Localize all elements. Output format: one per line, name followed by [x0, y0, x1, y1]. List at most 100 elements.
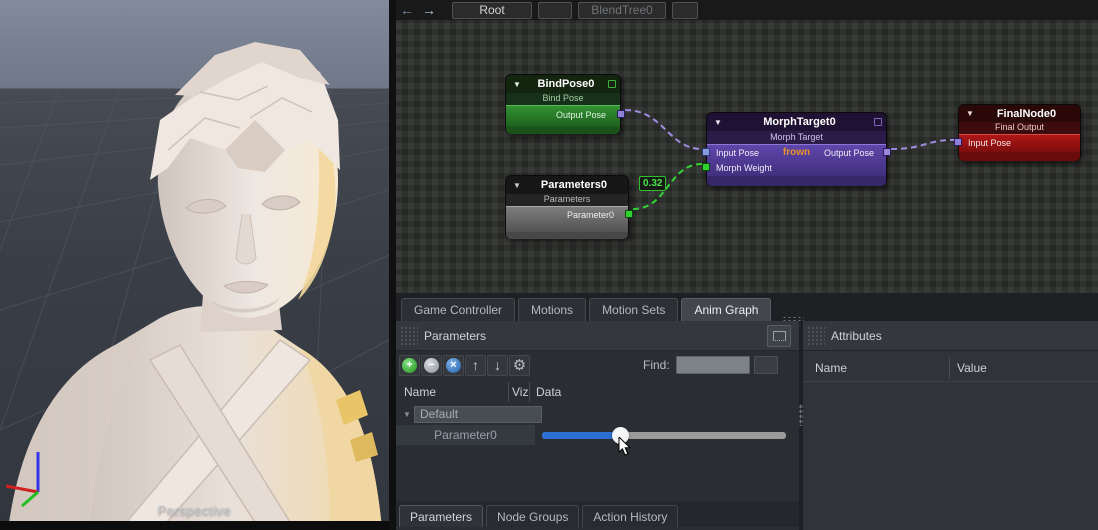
column-viz[interactable]: Viz [509, 385, 529, 399]
float-window-icon [773, 331, 786, 341]
slider-handle[interactable] [612, 427, 629, 444]
node-morphtarget0-header[interactable]: ▼ MorphTarget0 [707, 113, 886, 131]
node-parameters0-title: Parameters0 [524, 179, 624, 191]
anim-graph-canvas[interactable]: ▼ BindPose0 Bind Pose Output Pose ▼ Para… [396, 20, 1098, 293]
parameter-settings-button[interactable]: ⚙ [509, 355, 530, 376]
main-tab-bar: Game Controller Motions Motion Sets Anim… [396, 293, 1098, 321]
port-parameters0-output[interactable] [625, 210, 633, 218]
subtab-action-history[interactable]: Action History [582, 505, 678, 527]
panel-grip-icon[interactable] [807, 326, 825, 346]
node-bindpose0-title: BindPose0 [524, 78, 608, 90]
breadcrumb-blendtree-label: BlendTree0 [591, 3, 653, 17]
character-model [8, 42, 382, 530]
breadcrumb-tab-blendtree[interactable]: BlendTree0 [578, 2, 666, 19]
subtab-node-groups-label: Node Groups [497, 510, 568, 524]
panel-float-button[interactable] [767, 325, 791, 347]
node-parameters0-footer [506, 232, 628, 239]
viewport-divider[interactable] [389, 0, 396, 530]
collapse-triangle-icon[interactable]: ▼ [966, 109, 974, 118]
port-morphtarget0-weight[interactable] [702, 163, 710, 171]
move-down-button[interactable]: ↓ [487, 355, 508, 376]
parameter-group-row[interactable]: ▼ Default [396, 405, 799, 424]
animation-editor-window: Perspective ← → Root BlendTree0 ▼ [0, 0, 1098, 530]
nav-back-icon[interactable]: ← [396, 2, 418, 18]
breadcrumb-tab-spacer2[interactable] [672, 2, 698, 19]
viewport-mode-label[interactable]: Perspective [0, 503, 389, 518]
port-morphtarget0-output[interactable] [883, 148, 891, 156]
breadcrumb-tab-spacer1[interactable] [538, 2, 572, 19]
tab-anim-graph-label: Anim Graph [694, 303, 758, 317]
down-arrow-icon: ↓ [494, 357, 501, 373]
node-finalnode0-footer [959, 152, 1080, 161]
column-name[interactable]: Name [803, 361, 949, 375]
node-finalnode0-body: Input Pose [959, 134, 1080, 152]
graph-breadcrumb-bar: ← → Root BlendTree0 [396, 0, 1098, 20]
port-label-input-pose: Input Pose [968, 138, 1011, 148]
wire-bindpose-to-morphtarget[interactable] [625, 110, 702, 149]
tab-anim-graph[interactable]: Anim Graph [681, 298, 771, 321]
panel-grip-icon[interactable] [400, 326, 418, 346]
add-parameter-button[interactable]: + [399, 355, 420, 376]
node-finalnode0-type: Final Output [959, 122, 1080, 134]
viewport-scene [0, 0, 389, 530]
tab-motions[interactable]: Motions [518, 298, 586, 321]
node-morphtarget0-type: Morph Target [707, 131, 886, 144]
node-parameters0-header[interactable]: ▼ Parameters0 [506, 176, 628, 194]
subtab-node-groups[interactable]: Node Groups [486, 505, 579, 527]
viewport-bottom-edge [0, 521, 389, 530]
parameter-name-cell[interactable]: Parameter0 [396, 425, 535, 445]
collapse-triangle-icon[interactable]: ▼ [714, 118, 722, 127]
node-bindpose0-footer [506, 127, 620, 134]
subtab-parameters[interactable]: Parameters [399, 505, 483, 527]
attributes-panel-title: Attributes [831, 329, 882, 343]
parameters-panel-title: Parameters [424, 329, 486, 343]
port-bindpose0-output[interactable] [617, 110, 625, 118]
tab-motion-sets[interactable]: Motion Sets [589, 298, 678, 321]
find-clear-button[interactable] [754, 356, 778, 374]
minus-icon: − [424, 358, 439, 373]
clear-parameters-button[interactable]: × [443, 355, 464, 376]
parameter-row[interactable]: Parameter0 [396, 425, 799, 445]
expand-triangle-icon[interactable]: ▼ [400, 410, 414, 419]
gear-icon: ⚙ [513, 356, 526, 374]
connection-value-badge: 0.32 [639, 176, 666, 191]
node-finalnode0[interactable]: ▼ FinalNode0 Final Output Input Pose [958, 104, 1081, 161]
wire-morphtarget-to-finalnode[interactable] [891, 140, 954, 149]
parameter-value-slider[interactable] [542, 432, 786, 439]
node-finalnode0-title: FinalNode0 [977, 108, 1076, 120]
port-finalnode0-input[interactable] [954, 138, 962, 146]
3d-viewport[interactable]: Perspective [0, 0, 389, 530]
remove-parameter-button[interactable]: − [421, 355, 442, 376]
node-bindpose0-header[interactable]: ▼ BindPose0 [506, 75, 620, 93]
breadcrumb-tab-root[interactable]: Root [452, 2, 532, 19]
splitter-top-handle-icon[interactable] [782, 316, 804, 321]
node-finalnode0-header[interactable]: ▼ FinalNode0 [959, 105, 1080, 122]
clear-x-icon: × [446, 358, 461, 373]
column-value[interactable]: Value [950, 361, 987, 375]
port-label-parameter0: Parameter0 [567, 210, 614, 220]
node-parameters0[interactable]: ▼ Parameters0 Parameters Parameter0 [505, 175, 629, 239]
find-label: Find: [643, 358, 670, 372]
collapse-triangle-icon[interactable]: ▼ [513, 80, 521, 89]
column-data[interactable]: Data [530, 385, 561, 399]
node-bindpose0[interactable]: ▼ BindPose0 Bind Pose Output Pose [505, 74, 621, 134]
parameters-toolbar: + − × ↑ ↓ ⚙ Find: [396, 351, 799, 379]
nav-forward-icon[interactable]: → [418, 2, 440, 18]
subtab-action-history-label: Action History [593, 510, 667, 524]
find-input[interactable] [676, 356, 750, 374]
breadcrumb-root-label: Root [479, 3, 504, 17]
tab-motions-label: Motions [531, 303, 573, 317]
attributes-panel-header[interactable]: Attributes [803, 321, 1098, 351]
tab-game-controller-label: Game Controller [414, 303, 502, 317]
collapse-triangle-icon[interactable]: ▼ [513, 181, 521, 190]
node-morphtarget0[interactable]: ▼ MorphTarget0 Morph Target Input Pose f… [706, 112, 887, 186]
move-up-button[interactable]: ↑ [465, 355, 486, 376]
node-parameters0-body: Parameter0 [506, 206, 628, 232]
tab-game-controller[interactable]: Game Controller [401, 298, 515, 321]
up-arrow-icon: ↑ [472, 357, 479, 373]
parameters-panel-header[interactable]: Parameters [396, 321, 799, 351]
node-color-swatch-icon [874, 118, 882, 126]
node-bindpose0-body: Output Pose [506, 105, 620, 127]
group-name-cell[interactable]: Default [414, 406, 542, 423]
column-name[interactable]: Name [396, 385, 508, 399]
